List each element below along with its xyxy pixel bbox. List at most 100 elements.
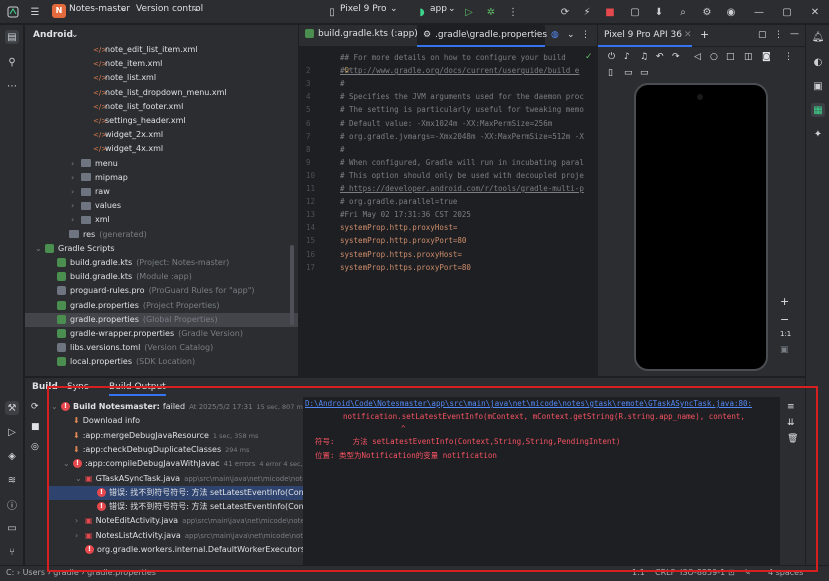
- breadcrumb-item[interactable]: Users: [23, 568, 45, 577]
- project-tree-item[interactable]: gradle.properties (Project Properties): [25, 299, 298, 313]
- account-icon[interactable]: ◉: [724, 5, 738, 19]
- project-tree-item[interactable]: res (generated): [25, 228, 298, 242]
- rec-icon[interactable]: ▭: [624, 68, 633, 78]
- maximize-icon[interactable]: ▢: [780, 5, 794, 19]
- sync-icon[interactable]: ⟳: [558, 5, 572, 19]
- project-tree-item[interactable]: build.gradle.kts (Module :app): [25, 270, 298, 284]
- chevron-icon[interactable]: ›: [71, 199, 81, 213]
- filter-icon[interactable]: ◎: [31, 442, 39, 452]
- volume-up-icon[interactable]: ♪: [624, 52, 630, 62]
- project-tree-item[interactable]: </>note_item.xml: [25, 57, 298, 71]
- chevron-icon[interactable]: ›: [71, 171, 81, 185]
- more-icon[interactable]: ⋮: [784, 52, 793, 62]
- power-icon[interactable]: ⏻: [608, 52, 615, 62]
- run-config-selector[interactable]: app: [430, 4, 447, 14]
- project-tree-item[interactable]: ⌄ Gradle Scripts: [25, 242, 298, 256]
- debug-icon[interactable]: ✲: [484, 5, 498, 19]
- back-icon[interactable]: ◁: [694, 52, 701, 62]
- fit-screen-icon[interactable]: ▣: [780, 345, 789, 355]
- project-tree-item[interactable]: </>settings_header.xml: [25, 114, 298, 128]
- project-tree-item[interactable]: gradle-wrapper.properties (Gradle Version…: [25, 327, 298, 341]
- project-tree-item[interactable]: </>note_list_dropdown_menu.xml: [25, 86, 298, 100]
- build-tool-icon[interactable]: ⚒: [5, 401, 19, 415]
- project-tree-item[interactable]: gradle.properties (Global Properties): [25, 312, 298, 327]
- add-tab-icon[interactable]: +: [700, 28, 709, 41]
- project-tree-item[interactable]: local.properties (SDK Location): [25, 355, 298, 369]
- run-icon[interactable]: ▷: [462, 5, 476, 19]
- minimize-icon[interactable]: —: [752, 5, 766, 19]
- rotate-right-icon[interactable]: ↷: [672, 52, 680, 62]
- project-tree-item[interactable]: libs.versions.toml (Version Catalog): [25, 341, 298, 355]
- chevron-icon[interactable]: ⌄: [35, 242, 45, 256]
- project-tree-item[interactable]: › mipmap: [25, 171, 298, 185]
- gemini-icon[interactable]: ✦: [811, 127, 825, 141]
- more-tabs-icon[interactable]: ⋮: [581, 30, 590, 40]
- globe-icon[interactable]: ◍: [551, 30, 559, 40]
- project-tree-item[interactable]: › raw: [25, 185, 298, 199]
- git-icon[interactable]: ⑂: [5, 545, 19, 559]
- restart-icon[interactable]: ⟳: [31, 402, 39, 412]
- commit-tool-icon[interactable]: ⚲: [5, 55, 19, 69]
- home-icon[interactable]: ○: [710, 52, 718, 62]
- tab-gradle-properties[interactable]: ⚙ .gradle\gradle.properties ✕: [417, 25, 547, 47]
- tab-build-gradle-app[interactable]: build.gradle.kts (:app): [305, 29, 418, 43]
- chevron-icon[interactable]: ›: [71, 213, 81, 227]
- notifications-icon[interactable]: 🔔︎: [811, 30, 825, 44]
- more-actions-icon[interactable]: ⋮: [506, 5, 520, 19]
- close-icon[interactable]: ✕: [808, 5, 822, 19]
- running-devices-icon[interactable]: ▦: [811, 103, 825, 117]
- zoom-level[interactable]: 1:1: [780, 330, 791, 338]
- zoom-in-icon[interactable]: +: [780, 295, 789, 308]
- project-tree-item[interactable]: proguard-rules.pro (ProGuard Rules for "a…: [25, 284, 298, 298]
- rotate-left-icon[interactable]: ↶: [656, 52, 664, 62]
- problems-icon[interactable]: ⓘ: [5, 497, 19, 512]
- close-icon[interactable]: ✕: [533, 30, 541, 40]
- snapshot-icon[interactable]: ▭: [640, 68, 649, 78]
- emulator-tab[interactable]: Pixel 9 Pro API 36: [598, 25, 692, 47]
- chevron-icon[interactable]: ›: [71, 157, 81, 171]
- gradle-tool-icon[interactable]: ◐: [811, 55, 825, 69]
- project-tree-item[interactable]: › xml: [25, 213, 298, 227]
- screenshot-icon[interactable]: ◫: [744, 52, 753, 62]
- minimize-icon[interactable]: —: [790, 29, 799, 39]
- camera-icon[interactable]: ◙: [762, 52, 771, 62]
- stop-icon[interactable]: ■: [31, 422, 40, 432]
- sdk-manager-icon[interactable]: ⬇: [652, 5, 666, 19]
- app-quality-icon[interactable]: ◈: [5, 449, 19, 463]
- volume-down-icon[interactable]: ♫: [640, 52, 648, 62]
- overview-icon[interactable]: □: [726, 52, 735, 62]
- project-tree-item[interactable]: </>widget_2x.xml: [25, 128, 298, 142]
- device-selector[interactable]: Pixel 9 Pro: [340, 4, 387, 14]
- stop-icon[interactable]: ■: [603, 5, 617, 19]
- project-tree-item[interactable]: › menu: [25, 157, 298, 171]
- chevron-icon[interactable]: ›: [71, 185, 81, 199]
- fold-icon[interactable]: ▯: [608, 68, 613, 78]
- apply-changes-icon[interactable]: ⚡: [580, 5, 594, 19]
- project-tree-item[interactable]: </>note_list_footer.xml: [25, 100, 298, 114]
- close-icon[interactable]: ✕: [684, 30, 692, 40]
- project-view-selector[interactable]: Android: [33, 30, 73, 40]
- device-manager-icon[interactable]: ▢: [628, 5, 642, 19]
- profiler-icon[interactable]: ≋: [5, 473, 19, 487]
- run-tool-icon[interactable]: ▷: [5, 425, 19, 439]
- phone-screen[interactable]: [634, 83, 768, 371]
- main-menu-icon[interactable]: ☰: [28, 5, 42, 19]
- more-icon[interactable]: ⋮: [774, 30, 783, 40]
- project-tree-item[interactable]: › values: [25, 199, 298, 213]
- project-tree-item[interactable]: </>note_edit_list_item.xml: [25, 43, 298, 57]
- settings-icon[interactable]: ▢: [758, 30, 767, 40]
- terminal-icon[interactable]: ▭: [5, 521, 19, 535]
- gear-icon[interactable]: ⚙: [700, 5, 714, 19]
- search-icon[interactable]: ⌕: [676, 5, 690, 19]
- device-explorer-icon[interactable]: ▣: [811, 79, 825, 93]
- project-tree-item[interactable]: </>note_list.xml: [25, 71, 298, 85]
- project-tool-icon[interactable]: ▤: [5, 30, 19, 44]
- project-tree-item[interactable]: build.gradle.kts (Project: Notes-master): [25, 256, 298, 270]
- project-tree-item[interactable]: </>widget_4x.xml: [25, 142, 298, 156]
- scrollbar[interactable]: [290, 245, 294, 325]
- more-tools-icon[interactable]: ⋯: [5, 79, 19, 93]
- chevron-down-icon[interactable]: ⌄: [567, 30, 575, 40]
- lightbulb-icon[interactable]: 💡︎: [344, 66, 350, 76]
- chevron-down-icon[interactable]: ⌄: [71, 30, 79, 40]
- zoom-out-icon[interactable]: −: [780, 313, 789, 326]
